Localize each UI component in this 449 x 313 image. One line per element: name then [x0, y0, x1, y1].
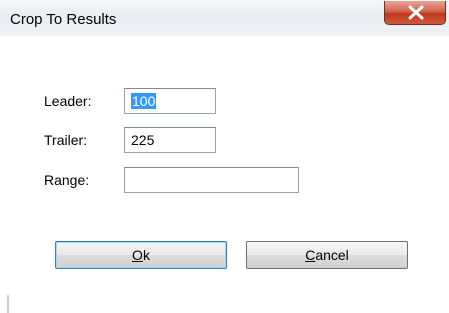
leader-label: Leader:: [44, 93, 92, 109]
title-bar[interactable]: Crop To Results: [0, 0, 449, 36]
close-x-icon: [408, 5, 424, 20]
trailer-input[interactable]: 225: [124, 127, 216, 153]
cancel-accel: C: [305, 247, 316, 263]
cancel-label-rest: ancel: [315, 247, 349, 263]
leader-input[interactable]: 100: [124, 88, 216, 114]
window-title: Crop To Results: [10, 11, 117, 28]
close-button[interactable]: [384, 1, 446, 25]
range-input[interactable]: [124, 167, 299, 193]
trailer-value: 225: [131, 132, 155, 148]
trailer-label: Trailer:: [44, 132, 88, 148]
range-label: Range:: [44, 172, 90, 188]
ok-button[interactable]: Ok: [55, 241, 227, 269]
leader-value: 100: [131, 93, 157, 109]
window-edge: [7, 295, 9, 313]
cancel-button[interactable]: Cancel: [246, 241, 408, 269]
ok-label-rest: k: [142, 247, 150, 263]
crop-to-results-dialog: Crop To Results Leader: 100 Trailer: 225…: [0, 0, 449, 313]
ok-accel: O: [132, 247, 143, 263]
